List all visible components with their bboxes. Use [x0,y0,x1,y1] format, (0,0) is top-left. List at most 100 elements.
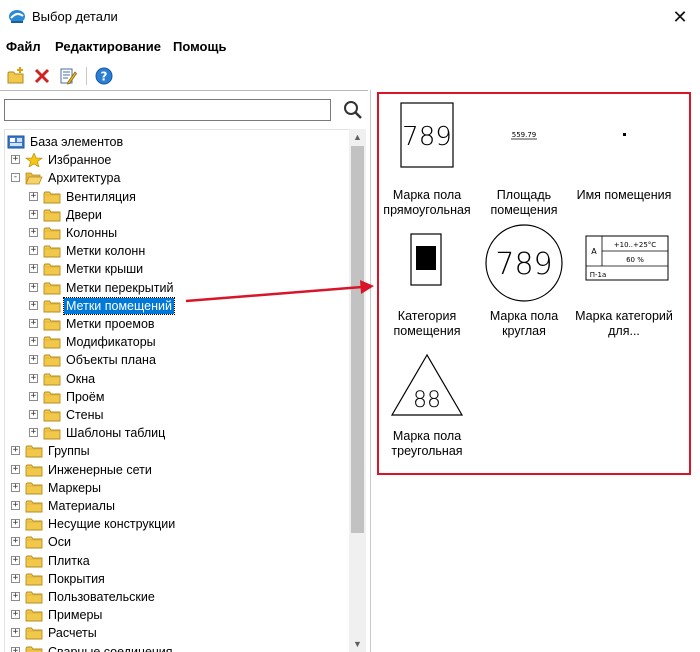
tree-node-group[interactable]: + Пользовательские [5,588,349,606]
tree-node-architecture-child[interactable]: + Проём [5,388,349,406]
tree-node-group[interactable]: + Материалы [5,497,349,515]
tree-node-label: Группы [48,444,90,459]
expand-icon[interactable]: + [29,282,38,292]
expand-icon[interactable]: + [11,155,20,165]
expand-icon[interactable]: + [11,519,20,529]
tree-node-architecture-child[interactable]: + Колонны [5,224,349,242]
expand-icon[interactable]: + [11,555,20,565]
expand-icon[interactable]: + [29,209,38,219]
tree-node-label: Метки крыши [66,262,144,277]
database-icon [7,135,25,149]
tree-node-label: Сварные соединения [48,644,173,652]
expand-icon[interactable]: + [11,464,20,474]
folder-icon [43,190,61,204]
folder-icon [25,517,43,531]
folder-icon [25,590,43,604]
tree-node-architecture-child[interactable]: + Шаблоны таблиц [5,424,349,442]
tree-node-label: Метки помещений [63,296,175,315]
expand-icon[interactable]: + [29,428,38,438]
svg-text:789: 789 [402,122,452,152]
tree-node-label: Примеры [48,608,103,623]
tree-node-architecture-child[interactable]: + Окна [5,370,349,388]
add-folder-icon[interactable] [6,66,26,86]
tree-node-group[interactable]: + Покрытия [5,570,349,588]
expand-icon[interactable]: + [11,628,20,638]
expand-icon[interactable]: + [11,573,20,583]
room-area-preview: 559.79 [511,131,537,140]
expand-icon[interactable]: + [29,319,38,328]
expand-icon[interactable]: + [29,191,38,201]
tree-node-root[interactable]: База элементов [5,133,349,151]
tree-node-architecture-child[interactable]: + Метки перекрытий [5,279,349,297]
tree-node-architecture-child[interactable]: + Модификаторы [5,333,349,351]
tree-node-group[interactable]: + Сварные соединения [5,643,349,652]
scroll-down-icon[interactable]: ▼ [349,636,366,652]
svg-text:П-1а: П-1а [590,271,607,279]
tree-node-label: Объекты плана [66,353,156,368]
folder-icon [25,463,43,477]
expand-icon[interactable]: + [11,446,20,456]
expand-icon[interactable]: + [11,501,20,510]
expand-icon[interactable]: + [29,228,38,237]
expand-icon[interactable]: + [11,482,20,492]
search-input[interactable] [4,99,331,121]
tree-node-group[interactable]: + Примеры [5,606,349,624]
tree-node-label: Стены [66,408,104,422]
svg-text:88: 88 [413,388,441,413]
tree-node-group[interactable]: + Оси [5,533,349,551]
tree-node-architecture-child[interactable]: + Метки помещений [5,296,349,315]
tree-node-architecture-child[interactable]: + Вентиляция [5,188,349,206]
tree-node-label: Пользовательские [48,590,155,604]
expand-icon[interactable]: + [29,391,38,401]
tree-node-architecture-child[interactable]: + Метки проемов [5,315,349,333]
tree-node-label: Метки проемов [66,317,155,331]
room-category-preview [410,233,442,286]
tree-node-label: Метки колонн [66,244,146,259]
tree-node-group[interactable]: + Группы [5,442,349,460]
expand-icon[interactable]: + [29,246,38,256]
tree-node-group[interactable]: + Маркеры [5,479,349,497]
tree-node-architecture-child[interactable]: + Стены [5,406,349,424]
tree-node-architecture-child[interactable]: + Двери [5,206,349,224]
tree-node-label: Метки перекрытий [66,280,174,295]
folder-icon [43,372,61,386]
tree-node-label: Инженерные сети [48,462,152,477]
menu-help[interactable]: Помощь [173,39,226,54]
svg-text:+10..+25°C: +10..+25°C [614,241,656,249]
expand-icon[interactable]: + [29,264,38,274]
element-tree[interactable]: База элементов + Избранное - Архитектура + Вен… [4,129,349,652]
expand-icon[interactable]: + [29,355,38,365]
menu-file[interactable]: Файл [6,39,41,54]
menu-edit[interactable]: Редактирование [55,39,161,54]
tree-node-label: Покрытия [48,571,105,586]
search-icon[interactable] [342,99,364,121]
close-button[interactable]: ✕ [660,0,700,34]
tree-node-label: Модификаторы [66,335,156,350]
tree-node-group[interactable]: + Несущие конструкции [5,515,349,533]
scroll-thumb[interactable] [351,146,364,533]
expand-icon[interactable]: + [11,646,20,652]
tree-node-group[interactable]: + Плитка [5,552,349,570]
collapse-icon[interactable]: - [11,173,20,183]
tree-node-architecture-child[interactable]: + Объекты плана [5,351,349,369]
tree-node-favorites[interactable]: + Избранное [5,151,349,169]
tree-node-architecture-child[interactable]: + Метки колонн [5,242,349,260]
delete-icon[interactable] [32,66,52,86]
edit-icon[interactable] [58,66,78,86]
tree-node-group[interactable]: + Расчеты [5,624,349,642]
expand-icon[interactable]: + [29,300,38,310]
tree-node-architecture-child[interactable]: + Метки крыши [5,260,349,278]
tree-scrollbar[interactable]: ▲ ▼ [349,129,366,652]
expand-icon[interactable]: + [29,410,38,419]
tree-node-architecture[interactable]: - Архитектура [5,169,349,187]
expand-icon[interactable]: + [11,537,20,547]
help-icon[interactable]: ? [94,66,114,86]
tree-node-group[interactable]: + Инженерные сети [5,461,349,479]
expand-icon[interactable]: + [29,373,38,383]
floor-mark-triangle-preview: 88 [390,353,464,416]
expand-icon[interactable]: + [29,337,38,347]
tree-node-label: Маркеры [48,480,101,495]
expand-icon[interactable]: + [11,610,20,620]
scroll-up-icon[interactable]: ▲ [349,129,366,146]
expand-icon[interactable]: + [11,592,20,601]
